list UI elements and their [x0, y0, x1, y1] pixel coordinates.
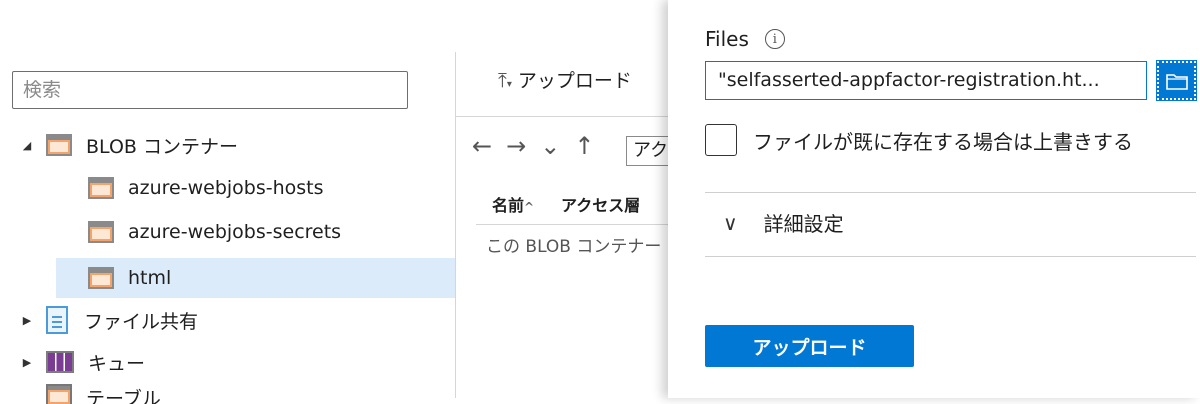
- browse-files-button[interactable]: [1156, 60, 1197, 101]
- tree-item-label: ファイル共有: [84, 310, 199, 333]
- chevron-down-icon[interactable]: ⌄: [540, 132, 560, 160]
- upload-toolbar-label: アップロード: [517, 70, 632, 92]
- overwrite-label: ファイルが既に存在する場合は上書きする: [753, 129, 1133, 154]
- column-header-access-tier[interactable]: アクセス層: [561, 192, 640, 216]
- blob-container-icon: [88, 177, 114, 199]
- tree-item-file-shares[interactable]: ▶ ファイル共有: [20, 300, 198, 340]
- search-input[interactable]: 検索: [12, 71, 408, 109]
- files-label-text: Files: [705, 27, 749, 51]
- tree-item-label: BLOB コンテナー: [86, 135, 238, 158]
- overwrite-option[interactable]: ファイルが既に存在する場合は上書きする: [705, 124, 1133, 156]
- column-header-name[interactable]: 名前^: [492, 192, 534, 216]
- sort-asc-icon: ^: [524, 200, 535, 214]
- toolbar: ⤒▾ アップロード: [456, 52, 668, 117]
- forward-arrow-icon[interactable]: →: [506, 132, 526, 160]
- chevron-down-icon: ∨: [723, 210, 738, 235]
- tree-item-container[interactable]: azure-webjobs-hosts: [88, 168, 324, 208]
- files-field-label: Files i: [705, 27, 785, 51]
- back-arrow-icon[interactable]: ←: [472, 132, 492, 160]
- section-divider: [705, 192, 1196, 193]
- tree-item-label: azure-webjobs-hosts: [128, 177, 324, 199]
- empty-message: この BLOB コンテナー: [486, 237, 662, 257]
- blob-container-icon: [88, 267, 114, 289]
- upload-toolbar-button[interactable]: ⤒▾ アップロード: [498, 66, 632, 93]
- container-view: ⤒▾ アップロード ← → ⌄ ↑ アク 名前^ アクセス層 この BLOB コ…: [456, 52, 668, 398]
- advanced-settings-label: 詳細設定: [763, 212, 844, 236]
- file-path-input[interactable]: "selfasserted-appfactor-registration.ht.…: [705, 61, 1147, 100]
- header-separator: [476, 224, 668, 225]
- upload-blob-pane: Files i "selfasserted-appfactor-registra…: [668, 0, 1200, 398]
- column-label: 名前: [492, 196, 525, 215]
- tree-item-container-selected[interactable]: html: [56, 258, 455, 298]
- caret-expanded-icon[interactable]: ◢: [20, 139, 34, 152]
- tree-item-tables[interactable]: テーブル: [20, 384, 161, 404]
- tree-item-container[interactable]: azure-webjobs-secrets: [88, 212, 341, 252]
- tree-item-label: html: [128, 267, 172, 289]
- tree-item-label: azure-webjobs-secrets: [128, 221, 342, 243]
- advanced-settings-toggle[interactable]: ∨ 詳細設定: [723, 208, 844, 237]
- blob-container-icon: [88, 221, 114, 243]
- tree-item-label: テーブル: [86, 388, 161, 404]
- tree-item-blob-containers[interactable]: ◢ BLOB コンテナー: [20, 125, 238, 165]
- upload-icon: ⤒▾: [498, 67, 512, 92]
- blob-container-icon: [46, 134, 72, 156]
- caret-collapsed-icon[interactable]: ▶: [20, 356, 34, 369]
- queue-icon: [46, 351, 74, 373]
- section-divider: [705, 256, 1196, 257]
- tree-item-queues[interactable]: ▶ キュー: [20, 342, 145, 382]
- path-input[interactable]: アク: [626, 136, 668, 166]
- table-icon: [46, 384, 72, 404]
- overwrite-checkbox[interactable]: [705, 124, 737, 156]
- upload-button[interactable]: アップロード: [705, 325, 914, 367]
- up-arrow-icon[interactable]: ↑: [574, 132, 594, 160]
- nav-controls: ← → ⌄ ↑: [472, 132, 594, 160]
- tree-item-label: キュー: [88, 352, 146, 375]
- folder-icon: [1166, 74, 1188, 90]
- file-share-icon: [46, 306, 68, 334]
- caret-collapsed-icon[interactable]: ▶: [20, 314, 34, 327]
- info-icon[interactable]: i: [764, 29, 785, 49]
